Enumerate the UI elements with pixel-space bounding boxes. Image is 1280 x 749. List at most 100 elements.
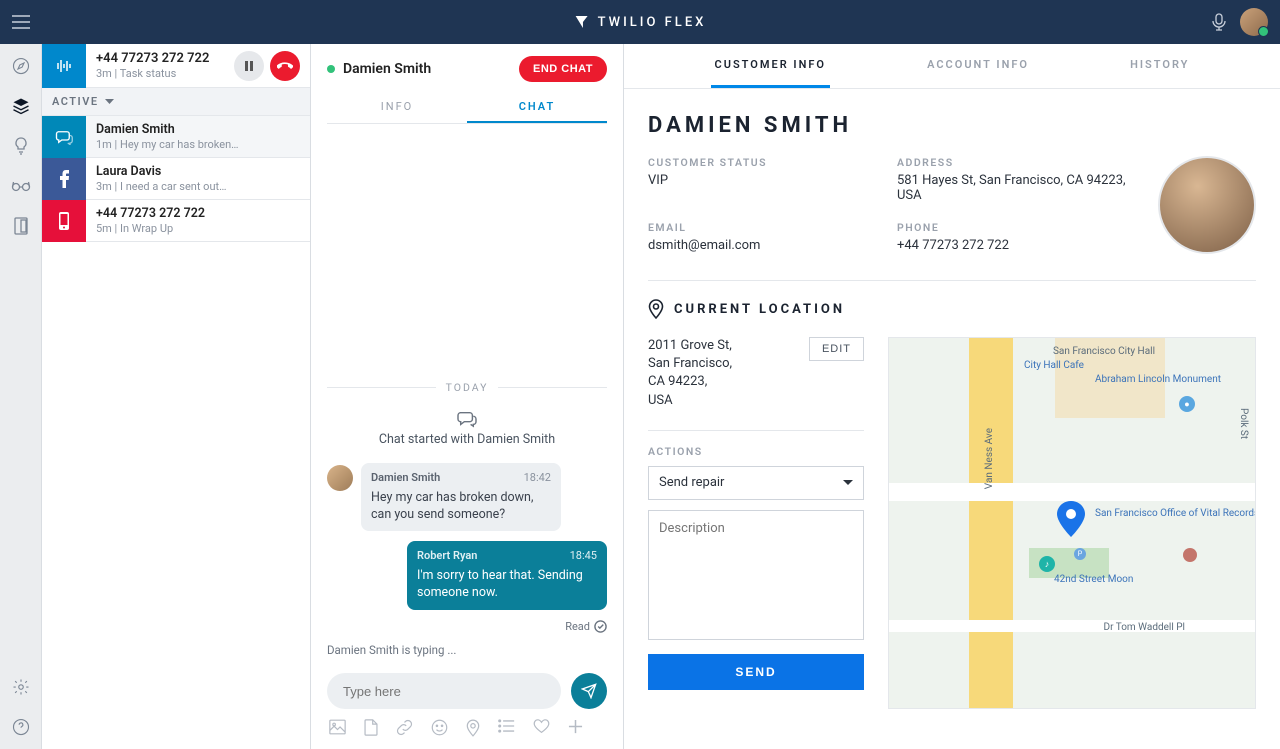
emoji-icon[interactable] — [431, 719, 448, 737]
map-label: San Francisco Office of Vital Records — [1095, 508, 1225, 519]
read-receipt: Read — [327, 620, 607, 633]
chat-contact-label: Damien Smith — [343, 61, 431, 77]
edit-button[interactable]: EDIT — [809, 337, 864, 361]
action-select-value: Send repair — [659, 475, 724, 490]
map-label: Dr Tom Waddell Pl — [1104, 622, 1186, 633]
phone-label: PHONE — [897, 221, 1136, 234]
task-sub: 1m | Hey my car has broken… — [96, 138, 310, 151]
location-heading: CURRENT LOCATION — [648, 299, 1256, 319]
phone-value: +44 77273 272 722 — [897, 238, 1136, 253]
glasses-icon[interactable] — [11, 176, 31, 196]
message-in: Damien Smith18:42 Hey my car has broken … — [327, 463, 607, 532]
chat-contact-name: Damien Smith — [327, 61, 431, 77]
task-sub: 3m | I need a car sent out… — [96, 180, 310, 193]
address-value: 581 Hayes St, San Francisco, CA 94223, U… — [897, 173, 1136, 203]
help-icon[interactable] — [11, 717, 31, 737]
msg-author: Damien Smith — [371, 471, 440, 486]
customer-name: DAMIEN SMITH — [648, 113, 1256, 138]
msg-text: Hey my car has broken down, can you send… — [371, 490, 551, 524]
map-label: Abraham Lincoln Monument — [1095, 374, 1205, 385]
map[interactable]: San Francisco City Hall City Hall Cafe A… — [888, 337, 1256, 709]
hangup-button[interactable] — [270, 51, 300, 81]
tab-chat[interactable]: CHAT — [467, 92, 607, 123]
chat-bubble-icon — [327, 410, 607, 428]
tab-info[interactable]: INFO — [327, 92, 467, 123]
heart-icon[interactable] — [533, 719, 550, 737]
message-out: Robert Ryan 18:45 I'm sorry to hear that.… — [327, 541, 607, 610]
active-header-label: ACTIVE — [52, 95, 99, 108]
file-icon[interactable] — [364, 719, 378, 737]
map-pin-icon — [1057, 501, 1085, 537]
link-icon[interactable] — [396, 719, 413, 737]
presence-dot — [327, 65, 335, 73]
poi-red-icon — [1183, 548, 1197, 562]
chat-panel: Damien Smith END CHAT INFO CHAT TODAY Ch… — [311, 44, 624, 749]
map-label: San Francisco City Hall — [1053, 346, 1155, 357]
task-name: Laura Davis — [96, 164, 310, 179]
send-action-button[interactable]: SEND — [648, 654, 864, 690]
message-input[interactable] — [327, 673, 561, 709]
bulb-icon[interactable] — [11, 136, 31, 156]
msg-time: 18:45 — [570, 549, 597, 564]
map-label: City Hall Cafe — [1024, 360, 1084, 371]
active-header[interactable]: ACTIVE — [42, 88, 310, 116]
gear-icon[interactable] — [11, 677, 31, 697]
layers-icon[interactable] — [11, 96, 31, 116]
contact-avatar-icon — [327, 465, 353, 491]
mic-icon[interactable] — [1212, 13, 1226, 31]
poi-p-icon: P — [1074, 548, 1086, 560]
facebook-icon — [42, 158, 86, 200]
hamburger-icon[interactable] — [12, 15, 30, 29]
status-label: CUSTOMER STATUS — [648, 156, 887, 169]
tab-history[interactable]: HISTORY — [1126, 44, 1193, 88]
action-select[interactable]: Send repair — [648, 466, 864, 500]
task-item-laura[interactable]: Laura Davis 3m | I need a car sent out… — [42, 158, 310, 200]
tab-account-info[interactable]: ACCOUNT INFO — [923, 44, 1033, 88]
poi-teal-icon: ♪ — [1039, 556, 1055, 572]
address-label: ADDRESS — [897, 156, 1136, 169]
info-panel: CUSTOMER INFO ACCOUNT INFO HISTORY DAMIE… — [624, 44, 1280, 749]
msg-author: Robert Ryan — [417, 549, 477, 564]
brand-text: TWILIO FLEX — [598, 15, 707, 30]
chat-started-notice: Chat started with Damien Smith — [327, 410, 607, 447]
tab-customer-info[interactable]: CUSTOMER INFO — [711, 44, 830, 88]
location-icon[interactable] — [466, 719, 480, 737]
plus-icon[interactable] — [568, 719, 583, 737]
msg-text: I'm sorry to hear that. Sending someone … — [417, 568, 597, 602]
phone-device-icon — [42, 200, 86, 242]
user-avatar[interactable] — [1240, 8, 1268, 36]
image-icon[interactable] — [329, 719, 346, 737]
current-address: 2011 Grove St, San Francisco, CA 94223, … — [648, 337, 732, 410]
chevron-down-icon — [105, 99, 114, 105]
call-wave-icon — [42, 44, 86, 88]
actions-label: ACTIONS — [648, 445, 864, 458]
map-label: Polk St — [1238, 408, 1249, 439]
task-sub: 5m | In Wrap Up — [96, 222, 310, 235]
map-label: 42nd Street Moon — [1054, 574, 1133, 585]
check-circle-icon — [594, 620, 607, 633]
left-nav — [0, 44, 42, 749]
brand: TWILIO FLEX — [574, 14, 707, 30]
call-status: 3m | Task status — [96, 67, 234, 80]
chat-icon — [42, 116, 86, 158]
end-chat-button[interactable]: END CHAT — [519, 56, 607, 82]
poi-blue-icon: ● — [1179, 396, 1195, 412]
pause-button[interactable] — [234, 51, 264, 81]
customer-photo — [1158, 156, 1256, 254]
map-label: Van Ness Ave — [984, 428, 995, 489]
task-item-damien[interactable]: Damien Smith 1m | Hey my car has broken… — [42, 116, 310, 158]
list-icon[interactable] — [498, 719, 515, 737]
chevron-down-icon — [843, 480, 853, 486]
send-message-button[interactable] — [571, 673, 607, 709]
task-list-panel: +44 77273 272 722 3m | Task status ACTIV… — [42, 44, 311, 749]
task-name: Damien Smith — [96, 122, 310, 137]
chat-started-text: Chat started with Damien Smith — [327, 432, 607, 447]
email-label: EMAIL — [648, 221, 887, 234]
description-input[interactable] — [648, 510, 864, 640]
compass-icon[interactable] — [11, 56, 31, 76]
email-value: dsmith@email.com — [648, 238, 887, 253]
pin-icon — [648, 299, 664, 319]
status-value: VIP — [648, 173, 887, 188]
task-item-phone[interactable]: +44 77273 272 722 5m | In Wrap Up — [42, 200, 310, 242]
device-icon[interactable] — [11, 216, 31, 236]
